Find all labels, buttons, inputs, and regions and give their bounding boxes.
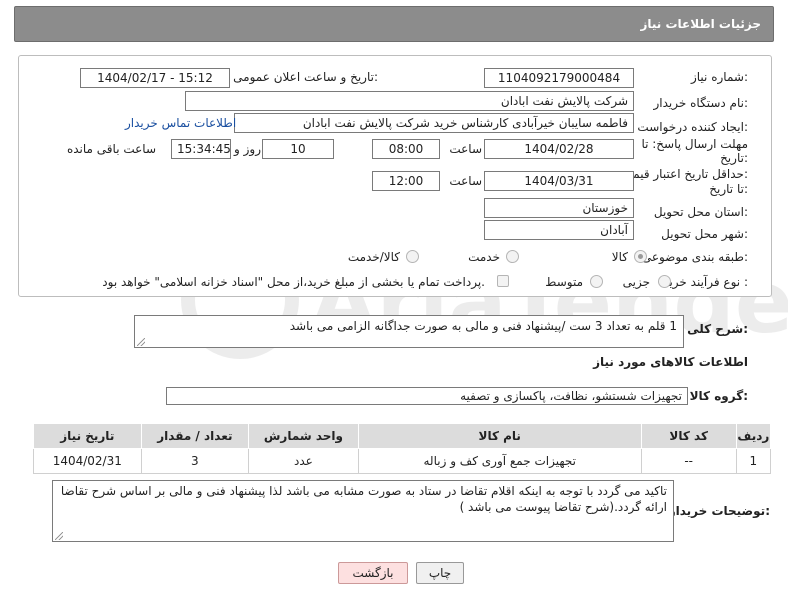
process-minor-label: جزیی — [622, 275, 650, 289]
category-service-label: خدمت — [468, 250, 500, 264]
process-medium-radio[interactable] — [590, 275, 603, 288]
buyer-notes-textarea[interactable]: تاکید می گردد با توجه به اینکه اقلام تقا… — [52, 480, 674, 542]
deadline-label-1: مهلت ارسال پاسخ: تا — [641, 137, 748, 151]
print-button[interactable]: چاپ — [416, 562, 464, 584]
back-button[interactable]: بازگشت — [338, 562, 408, 584]
process-label: نوع فرآیند خرید : — [663, 275, 748, 289]
days-field: 10 — [262, 139, 334, 159]
buyer-notes-text: تاکید می گردد با توجه به اینکه اقلام تقا… — [60, 484, 667, 514]
creator-label: ایجاد کننده درخواست: — [637, 120, 748, 134]
validity-label-2: تا تاریخ: — [709, 182, 748, 196]
cell-name: تجهیزات جمع آوری کف و زباله — [357, 448, 642, 474]
city-label: شهر محل تحویل: — [661, 227, 748, 241]
goods-table-header: ردیف کد کالا نام کالا واحد شمارش تعداد /… — [33, 423, 772, 449]
creator-field: فاطمه سایبان خیرآبادی کارشناس خرید شرکت … — [234, 113, 634, 133]
need-number-field: 1104092179000484 — [484, 68, 634, 88]
table-row: 1 -- تجهیزات جمع آوری کف و زباله عدد 3 1… — [33, 448, 772, 474]
goods-table: ردیف کد کالا نام کالا واحد شمارش تعداد /… — [33, 423, 772, 474]
cell-row: 1 — [735, 448, 772, 474]
validity-label-1: حداقل تاریخ اعتبار قیمت: — [621, 167, 748, 181]
process-medium-label: متوسط — [545, 275, 583, 289]
cell-date: 1404/02/31 — [33, 448, 142, 474]
days-label: روز و — [234, 142, 261, 156]
description-textarea[interactable]: 1 قلم به تعداد 3 ست /پیشنهاد فنی و مالی … — [134, 315, 684, 348]
buyer-notes-label: توضیحات خریدار: — [668, 504, 770, 518]
category-goods-radio[interactable] — [634, 250, 647, 263]
goods-group-label: گروه کالا: — [689, 389, 748, 403]
remaining-time-field: 15:34:45 — [171, 139, 231, 159]
category-both-label: کالا/خدمت — [347, 250, 400, 264]
validity-time-label: ساعت — [449, 174, 482, 188]
category-service-radio[interactable] — [506, 250, 519, 263]
province-label: استان محل تحویل: — [653, 205, 748, 219]
buyer-field: شرکت پالایش نفت ابادان — [185, 91, 634, 111]
page-title: جزئیات اطلاعات نیاز — [640, 17, 761, 31]
col-unit-header: واحد شمارش — [248, 423, 359, 449]
buyer-label: نام دستگاه خریدار: — [653, 96, 749, 110]
validity-time-field: 12:00 — [372, 171, 440, 191]
category-both-radio[interactable] — [406, 250, 419, 263]
remaining-label: ساعت باقی مانده — [66, 142, 156, 156]
col-name-header: نام کالا — [357, 423, 642, 449]
category-label: طبقه بندی موضوعی: — [641, 250, 748, 264]
city-field: آبادان — [484, 220, 634, 240]
treasury-payment-checkbox[interactable] — [497, 275, 509, 287]
deadline-time-label: ساعت — [449, 142, 482, 156]
col-date-header: تاریخ نیاز — [33, 423, 142, 449]
deadline-date-field: 1404/02/28 — [484, 139, 634, 159]
goods-group-field: تجهیزات شستشو، نظافت، پاکسازی و تصفیه — [166, 387, 688, 405]
cell-code: -- — [640, 448, 737, 474]
treasury-payment-label: پرداخت تمام یا بخشی از مبلغ خرید،از محل … — [102, 275, 485, 289]
col-row-header: ردیف — [735, 423, 772, 449]
announce-field: 1404/02/17 - 15:12 — [80, 68, 230, 88]
resize-grip-icon[interactable] — [137, 338, 145, 346]
process-minor-radio[interactable] — [658, 275, 671, 288]
page-header: جزئیات اطلاعات نیاز — [14, 6, 774, 42]
resize-grip-icon[interactable] — [55, 532, 63, 540]
deadline-time-field: 08:00 — [372, 139, 440, 159]
validity-date-field: 1404/03/31 — [484, 171, 634, 191]
cell-unit: عدد — [248, 448, 359, 474]
contact-info-link[interactable]: اطلاعات تماس خریدار — [125, 116, 236, 130]
need-number-label: شماره نیاز: — [690, 70, 748, 84]
province-field: خوزستان — [484, 198, 634, 218]
announce-label: تاریخ و ساعت اعلان عمومی: — [233, 70, 378, 84]
col-code-header: کد کالا — [640, 423, 737, 449]
category-goods-label: کالا — [611, 250, 628, 264]
col-qty-header: تعداد / مقدار — [140, 423, 250, 449]
goods-section-title: اطلاعات کالاهای مورد نیاز — [593, 355, 748, 369]
deadline-label-2: تاریخ: — [720, 151, 748, 165]
cell-qty: 3 — [140, 448, 250, 474]
description-text: 1 قلم به تعداد 3 ست /پیشنهاد فنی و مالی … — [289, 319, 677, 333]
